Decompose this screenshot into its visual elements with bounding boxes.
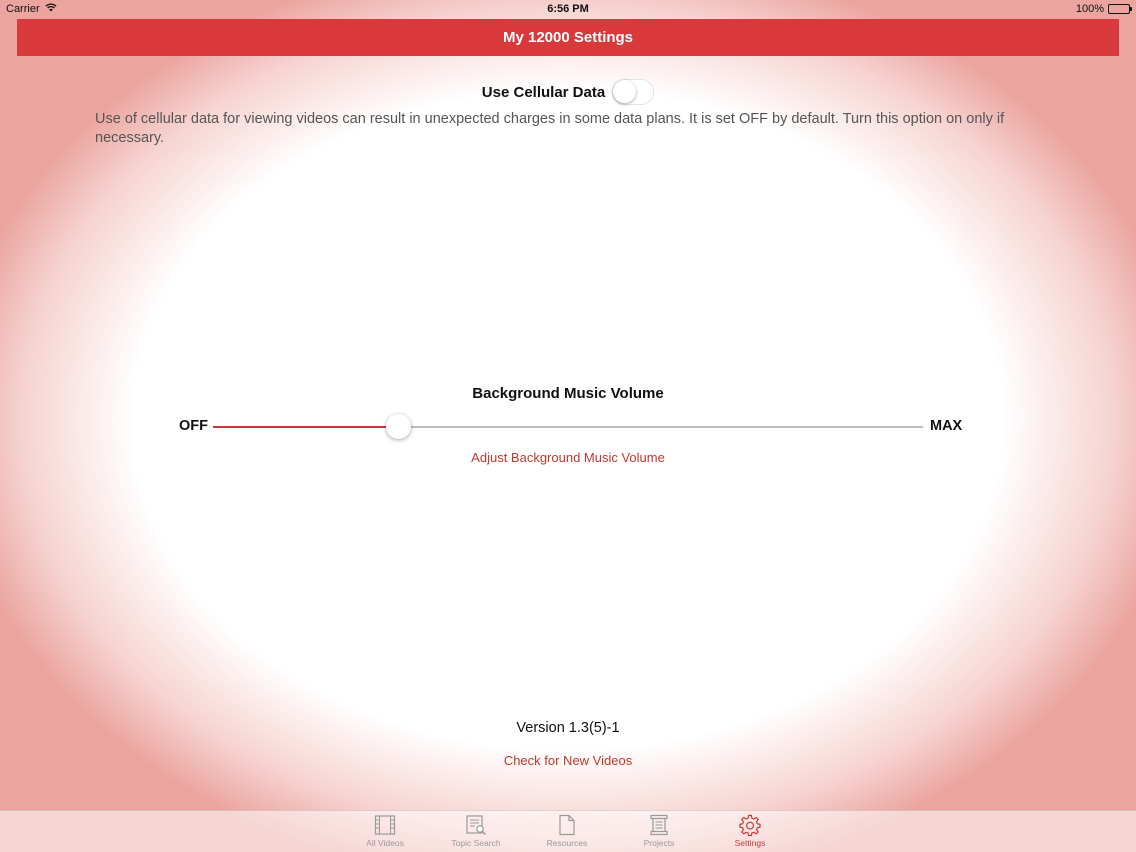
status-time: 6:56 PM bbox=[547, 3, 589, 15]
film-icon bbox=[374, 815, 396, 835]
cellular-row: Use Cellular Data bbox=[0, 78, 1136, 106]
tab-settings[interactable]: Settings bbox=[705, 814, 795, 848]
battery-percent: 100% bbox=[1075, 3, 1104, 15]
document-icon bbox=[559, 814, 575, 836]
tab-label: All Videos bbox=[366, 838, 404, 848]
tab-label: Settings bbox=[734, 838, 766, 848]
volume-max-label: MAX bbox=[930, 418, 963, 434]
volume-title: Background Music Volume bbox=[472, 385, 664, 402]
tab-label: Resources bbox=[546, 838, 588, 848]
battery-icon bbox=[1108, 4, 1132, 14]
check-new-videos-link[interactable]: Check for New Videos bbox=[0, 753, 1136, 768]
scroll-icon bbox=[650, 814, 668, 836]
tab-topic-search[interactable]: Topic Search bbox=[431, 814, 521, 848]
cellular-label: Use Cellular Data bbox=[481, 83, 606, 101]
tab-projects[interactable]: Projects bbox=[614, 814, 704, 848]
version-label: Version 1.3(5)-1 bbox=[516, 720, 620, 736]
adjust-volume-link[interactable]: Adjust Background Music Volume bbox=[0, 450, 1136, 465]
nav-bar: My 12000 Settings bbox=[17, 19, 1119, 56]
search-document-icon bbox=[466, 815, 486, 835]
status-right: 100% bbox=[1075, 3, 1132, 15]
volume-slider[interactable] bbox=[213, 414, 923, 439]
tab-resources[interactable]: Resources bbox=[522, 814, 612, 848]
gear-icon bbox=[739, 814, 761, 836]
cellular-toggle[interactable] bbox=[612, 79, 655, 105]
volume-slider-fill bbox=[213, 426, 398, 428]
cellular-description: Use of cellular data for viewing videos … bbox=[95, 111, 1005, 146]
tab-all-videos[interactable]: All Videos bbox=[340, 814, 430, 848]
page-title: My 12000 Settings bbox=[502, 29, 634, 46]
volume-min-label: OFF bbox=[179, 418, 208, 434]
tab-label: Topic Search bbox=[451, 838, 501, 848]
tab-label: Projects bbox=[643, 838, 675, 848]
volume-slider-thumb[interactable] bbox=[385, 414, 411, 439]
status-bar: Carrier 6:56 PM 100% bbox=[0, 0, 1136, 18]
tab-bar: All Videos Topic Search Resources Projec… bbox=[0, 810, 1136, 852]
toggle-knob bbox=[613, 80, 637, 103]
